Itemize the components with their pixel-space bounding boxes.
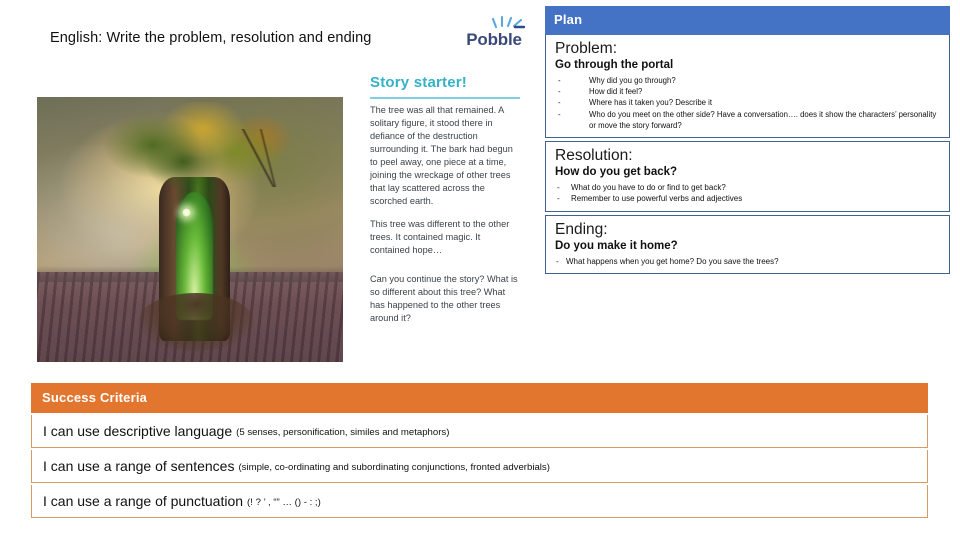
page-title: English: Write the problem, resolution a… [50,30,372,46]
plan-bullet-list: What happens when you get home? Do you s… [555,256,940,268]
plan-section-subheading: Go through the portal [555,58,674,71]
plan-bullet: What do you have to do or find to get ba… [555,182,940,194]
criteria-detail: (simple, co-ordinating and subordinating… [238,461,550,473]
story-starter-paragraph: This tree was different to the other tre… [370,218,510,255]
criteria-statement: I can use descriptive language [43,423,233,439]
plan-section-resolution: Resolution: How do you get back? What do… [545,141,950,212]
criteria-detail: (5 senses, personification, similes and … [236,426,450,438]
pobble-logo: Pobble [458,14,530,54]
story-starter-title: Story starter! [370,74,467,91]
plan-bullet: Remember to use powerful verbs and adjec… [555,193,940,205]
success-criteria-row: I can use a range of punctuation (! ? ’ … [31,485,928,518]
success-criteria-row: I can use a range of sentences (simple, … [31,450,928,483]
story-starter-paragraph: Can you continue the story? What is so d… [370,273,518,323]
story-starter-paragraph: The tree was all that remained. A solita… [370,105,513,207]
story-starter-card: Story starter! The tree was all that rem… [350,62,536,362]
magic-tree-portal-image [37,97,343,362]
plan-bullet: Where has it taken you? Describe it [555,97,940,109]
plan-section-subheading: Do you make it home? [555,239,678,252]
pobble-wordmark: Pobble [466,30,522,49]
success-criteria-header: Success Criteria [31,383,928,413]
photo-branches [220,128,301,188]
criteria-statement: I can use a range of punctuation [43,493,244,509]
plan-bullet: Who do you meet on the other side? Have … [555,109,940,132]
plan-bullet: What happens when you get home? Do you s… [555,256,940,268]
success-criteria-row: I can use descriptive language (5 senses… [31,415,928,448]
plan-section-problem: Problem: Go through the portal Why did y… [545,35,950,139]
plan-bullet-list: Why did you go through? How did it feel?… [555,75,940,131]
plan-bullet: Why did you go through? [555,75,940,87]
plan-bullet-list: What do you have to do or find to get ba… [555,182,940,205]
plan-header: Plan [545,6,950,35]
story-starter-body: The tree was all that remained. A solita… [370,104,522,334]
plan-section-heading: Problem: [555,40,618,57]
criteria-detail: (! ? ’ , “” … () - : ;) [247,496,321,508]
plan-panel: Plan Problem: Go through the portal Why … [545,6,950,275]
plan-section-heading: Ending: [555,220,608,238]
plan-section-heading: Resolution: [555,147,633,165]
success-criteria-table: Success Criteria I can use descriptive l… [31,383,928,518]
plan-section-subheading: How do you get back? [555,165,678,178]
photo-orb [181,208,191,218]
plan-section-ending: Ending: Do you make it home? What happen… [545,214,950,275]
plan-bullet: How did it feel? [555,86,940,98]
story-starter-divider [370,97,520,99]
criteria-statement: I can use a range of sentences [43,458,235,474]
